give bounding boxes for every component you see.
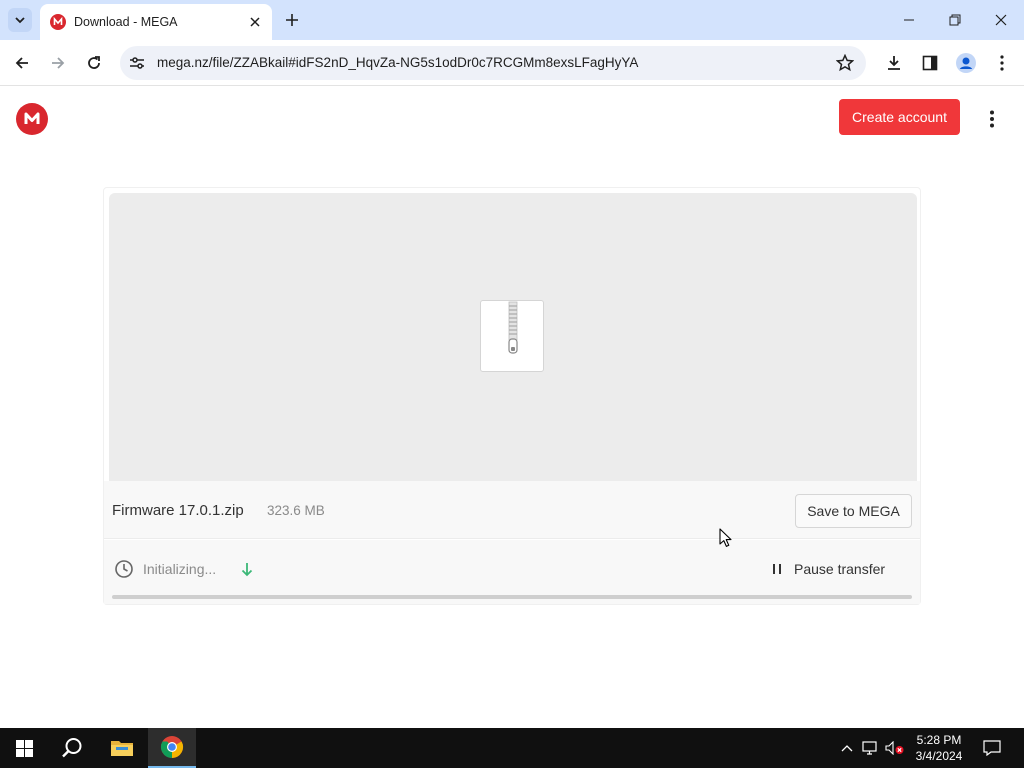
- new-tab-button[interactable]: [280, 8, 304, 32]
- arrow-down-icon: [241, 563, 253, 577]
- reload-icon: [88, 56, 100, 69]
- download-icon: [888, 56, 900, 70]
- browser-tab[interactable]: Download - MEGA: [40, 4, 272, 40]
- windows-taskbar: 5:28 PM 3/4/2024: [0, 728, 1024, 768]
- menu-icon: [1000, 55, 1004, 71]
- side-panel-icon: [922, 55, 938, 71]
- mega-logo-icon: [24, 112, 40, 124]
- volume-status[interactable]: [884, 728, 906, 768]
- notification-icon: [983, 740, 1001, 756]
- file-name: Firmware 17.0.1.zip: [112, 502, 244, 519]
- downloads-button[interactable]: [880, 49, 908, 77]
- show-hidden-icons-button[interactable]: [838, 728, 856, 768]
- forward-button[interactable]: [44, 49, 72, 77]
- volume-muted-icon: [885, 741, 904, 755]
- mouse-cursor: [719, 528, 732, 547]
- windows-start-icon: [15, 739, 33, 757]
- side-panel-button[interactable]: [916, 49, 944, 77]
- file-explorer-button[interactable]: [98, 728, 146, 768]
- search-icon: [62, 738, 82, 758]
- tab-list-button[interactable]: [8, 8, 32, 32]
- file-explorer-icon: [111, 741, 133, 756]
- search-button[interactable]: [48, 728, 96, 768]
- download-card: Firmware 17.0.1.zip 323.6 MB Save to MEG…: [103, 187, 921, 605]
- start-button[interactable]: [0, 728, 48, 768]
- transfer-status: Initializing...: [143, 561, 217, 577]
- close-icon: [250, 17, 260, 27]
- transfer-status-row: Initializing... Pause transfer: [104, 540, 920, 604]
- chevron-up-icon: [841, 745, 853, 752]
- back-button[interactable]: [8, 49, 36, 77]
- network-status[interactable]: [860, 728, 882, 768]
- address-bar[interactable]: mega.nz/file/ZZABkail#idFS2nD_HqvZa-NG5s…: [120, 46, 866, 80]
- minimize-icon: [904, 19, 914, 21]
- minimize-button[interactable]: [886, 0, 932, 40]
- zip-file-icon: [480, 300, 544, 372]
- pause-icon[interactable]: [770, 561, 784, 577]
- create-account-button[interactable]: Create account: [839, 99, 960, 135]
- browser-tabstrip: Download - MEGA: [0, 0, 1024, 40]
- star-icon[interactable]: [836, 54, 854, 72]
- back-icon: [15, 57, 28, 69]
- profile-icon: [956, 53, 976, 73]
- tab-list-icon: [15, 17, 25, 24]
- tab-title: Download - MEGA: [74, 15, 178, 29]
- restore-button[interactable]: [932, 0, 978, 40]
- transfer-progress-bar: [112, 595, 912, 599]
- kebab-icon: [990, 110, 994, 128]
- file-info-row: Firmware 17.0.1.zip 323.6 MB Save to MEG…: [104, 481, 920, 539]
- pause-transfer-button[interactable]: Pause transfer: [794, 561, 885, 577]
- restore-icon: [949, 14, 961, 26]
- mega-logo[interactable]: [16, 103, 48, 135]
- window-close-icon: [995, 14, 1007, 26]
- browser-toolbar: mega.nz/file/ZZABkail#idFS2nD_HqvZa-NG5s…: [0, 40, 1024, 86]
- site-settings-icon[interactable]: [128, 54, 146, 72]
- file-size: 323.6 MB: [267, 503, 325, 518]
- taskbar-date: 3/4/2024: [915, 749, 963, 763]
- file-preview-area: [109, 193, 917, 481]
- chrome-icon: [160, 736, 184, 758]
- network-icon: [862, 741, 877, 755]
- taskbar-clock[interactable]: 5:28 PM 3/4/2024: [905, 732, 973, 764]
- window-close-button[interactable]: [978, 0, 1024, 40]
- browser-menu-button[interactable]: [988, 49, 1016, 77]
- clock-icon: [115, 560, 133, 578]
- taskbar-time: 5:28 PM: [916, 733, 962, 747]
- page-menu-button[interactable]: [980, 107, 1004, 131]
- url-text[interactable]: mega.nz/file/ZZABkail#idFS2nD_HqvZa-NG5s…: [157, 55, 638, 70]
- mega-favicon: [50, 14, 66, 30]
- tab-close-button[interactable]: [246, 13, 264, 31]
- chrome-taskbar-button[interactable]: [148, 728, 196, 768]
- reload-button[interactable]: [80, 49, 108, 77]
- save-to-mega-button[interactable]: Save to MEGA: [795, 494, 912, 528]
- notification-center-button[interactable]: [978, 728, 1006, 768]
- forward-icon: [52, 57, 65, 69]
- profile-button[interactable]: [952, 49, 980, 77]
- plus-icon: [286, 14, 298, 26]
